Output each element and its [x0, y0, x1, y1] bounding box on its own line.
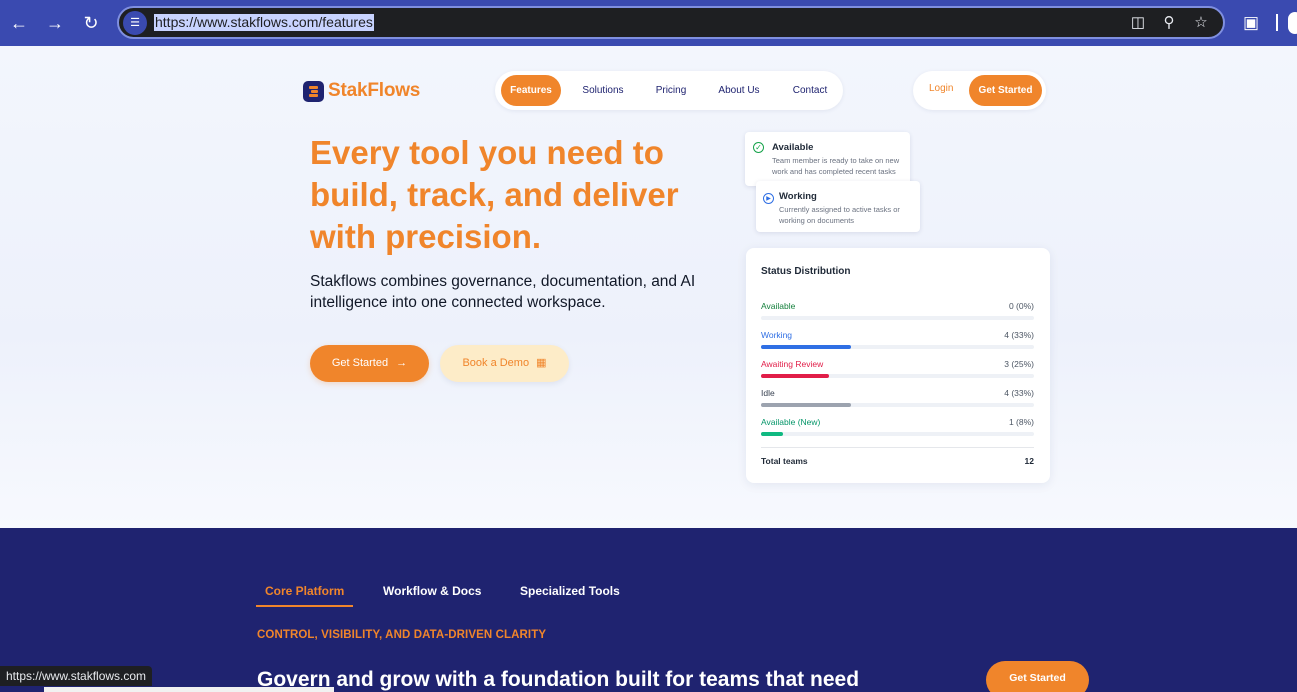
forward-icon[interactable]: → [43, 11, 67, 35]
section-heading: Govern and grow with a foundation built … [257, 668, 860, 691]
play-circle-icon: ▶ [763, 193, 774, 204]
total-teams-label: Total teams [761, 456, 808, 466]
progress-fill-available-new [761, 432, 783, 436]
zoom-icon[interactable]: ⚲ [1159, 13, 1179, 33]
link-status-bubble: https://www.stakflows.com [0, 666, 153, 686]
logo-mark-icon [303, 80, 324, 102]
status-card-available: ✓ Available Team member is ready to take… [745, 132, 910, 186]
taskbar-strip [44, 687, 334, 692]
row-label-idle: Idle [761, 388, 775, 398]
row-label-available: Available [761, 301, 796, 311]
status-distribution-card: Status Distribution Available 0 (0%) Wor… [746, 248, 1050, 483]
back-icon[interactable]: ← [7, 11, 31, 35]
row-label-available-new: Available (New) [761, 417, 821, 427]
nav-solutions[interactable]: Solutions [575, 75, 631, 106]
tab-specialized-tools[interactable]: Specialized Tools [520, 584, 620, 598]
nav-pricing[interactable]: Pricing [647, 75, 695, 106]
main-nav: Features Solutions Pricing About Us Cont… [495, 71, 843, 110]
arrow-right-icon: → [396, 357, 408, 369]
hero-get-started-label: Get Started [331, 357, 389, 369]
section-get-started-button[interactable]: Get Started [986, 661, 1089, 692]
status-card-title: Available [772, 142, 814, 153]
reload-icon[interactable]: ↻ [79, 11, 103, 35]
row-label-awaiting-review: Awaiting Review [761, 359, 824, 369]
progress-track [761, 316, 1034, 320]
address-bar[interactable]: ☰ https://www.stakflows.com/features ◫ ⚲… [117, 6, 1225, 39]
progress-fill-awaiting-review [761, 374, 830, 378]
hero-headline: Every tool you need to build, track, and… [310, 134, 679, 255]
page: StakFlows Features Solutions Pricing Abo… [0, 46, 1297, 692]
url-text[interactable]: https://www.stakflows.com/features [154, 14, 374, 31]
progress-track [761, 374, 1034, 378]
status-card-description: Team member is ready to take on new work… [772, 156, 900, 176]
hero-subtext: Stakflows combines governance, documenta… [310, 273, 696, 311]
section-eyebrow: CONTROL, VISIBILITY, AND DATA-DRIVEN CLA… [257, 629, 547, 641]
install-app-icon[interactable]: ◫ [1128, 13, 1148, 33]
tab-workflow-docs[interactable]: Workflow & Docs [383, 584, 481, 598]
hero-get-started-button[interactable]: Get Started → [310, 345, 429, 382]
status-distribution-title: Status Distribution [761, 266, 851, 277]
book-demo-label: Book a Demo [462, 357, 530, 369]
check-circle-icon: ✓ [753, 142, 764, 153]
progress-track [761, 403, 1034, 407]
logo[interactable]: StakFlows [303, 80, 420, 102]
hero-section: StakFlows Features Solutions Pricing Abo… [0, 46, 1297, 528]
book-demo-button[interactable]: Book a Demo ▦ [440, 345, 569, 382]
bookmark-star-icon[interactable]: ☆ [1191, 13, 1211, 33]
row-value-awaiting-review: 3 (25%) [1004, 359, 1034, 369]
progress-track [761, 345, 1034, 349]
divider [761, 447, 1034, 448]
status-card-working: ▶ Working Currently assigned to active t… [756, 181, 920, 232]
progress-fill-idle [761, 403, 852, 407]
row-value-working: 4 (33%) [1004, 330, 1034, 340]
nav-about-us[interactable]: About Us [711, 75, 767, 106]
tab-core-platform[interactable]: Core Platform [265, 584, 344, 598]
nav-features[interactable]: Features [501, 75, 561, 106]
extensions-icon[interactable]: ▣ [1240, 12, 1262, 34]
status-card-description: Currently assigned to active tasks or wo… [779, 205, 900, 225]
row-value-idle: 4 (33%) [1004, 388, 1034, 398]
nav-contact[interactable]: Contact [782, 75, 838, 106]
row-value-available: 0 (0%) [1008, 301, 1034, 311]
auth-actions: Login Get Started [913, 71, 1046, 110]
total-teams-value: 12 [1024, 456, 1034, 466]
progress-fill-working [761, 345, 852, 349]
header-get-started-button[interactable]: Get Started [969, 75, 1042, 106]
login-link[interactable]: Login [929, 83, 953, 94]
row-value-available-new: 1 (8%) [1008, 417, 1034, 427]
toolbar-divider [1276, 14, 1278, 31]
status-card-title: Working [779, 191, 817, 202]
logo-text: StakFlows [328, 80, 421, 101]
browser-toolbar: ← → ↻ ☰ https://www.stakflows.com/featur… [0, 0, 1297, 46]
row-label-working: Working [761, 330, 793, 340]
features-section: Core Platform Workflow & Docs Specialize… [0, 528, 1297, 692]
active-tab-indicator [256, 605, 353, 607]
profile-avatar[interactable] [1288, 12, 1297, 34]
progress-track [761, 432, 1034, 436]
site-info-icon[interactable]: ☰ [123, 11, 147, 35]
calendar-icon: ▦ [536, 357, 547, 369]
